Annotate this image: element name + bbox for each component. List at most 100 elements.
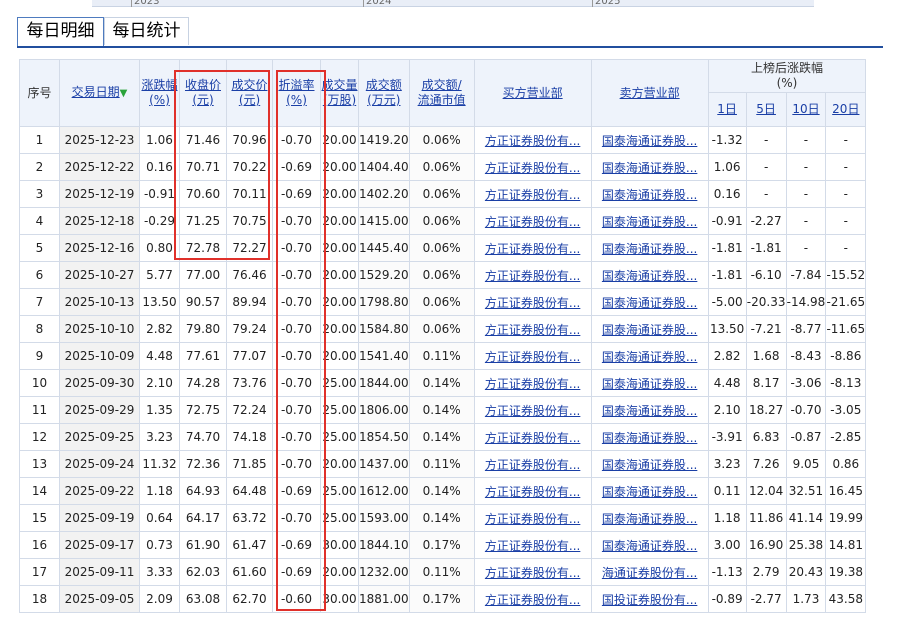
header-after-20d[interactable]: 20日 [825, 92, 867, 127]
header-date[interactable]: 交易日期▼ [59, 59, 140, 127]
volume-cell: 25.00 [320, 504, 359, 532]
date-cell: 2025-09-25 [59, 423, 140, 451]
tab-daily-detail[interactable]: 每日明细 [17, 17, 104, 46]
volume-cell: 20.00 [320, 450, 359, 478]
header-after-5d[interactable]: 5日 [745, 92, 787, 127]
buyer-link[interactable]: 方正证券股份有... [485, 539, 580, 553]
close-cell: 71.46 [179, 126, 227, 154]
ratio-cell: 0.14% [408, 504, 475, 532]
table-row: 1 2025-12-23 1.06 71.46 70.96 -0.70 20.00 1419.… [19, 126, 867, 154]
close-cell: 72.78 [179, 234, 227, 262]
seller-link[interactable]: 国泰海通证券股... [602, 215, 697, 229]
amount-cell: 1881.00 [358, 585, 410, 613]
seller-link[interactable]: 国泰海通证券股... [602, 485, 697, 499]
buyer-cell: 方正证券股份有... [473, 585, 592, 613]
header-ratio[interactable]: 成交额/流通市值 [408, 59, 475, 127]
after-10d-cell: - [785, 234, 827, 262]
date-cell: 2025-12-23 [59, 126, 140, 154]
amount-cell: 1437.00 [358, 450, 410, 478]
ratio-cell: 0.14% [408, 396, 475, 424]
seq-cell: 17 [19, 558, 60, 586]
deal-price-cell: 71.85 [226, 450, 273, 478]
buyer-link[interactable]: 方正证券股份有... [485, 350, 580, 364]
tab-daily-stats[interactable]: 每日统计 [104, 17, 189, 45]
ratio-cell: 0.06% [408, 153, 475, 181]
seller-link[interactable]: 国泰海通证券股... [602, 134, 697, 148]
seller-cell: 国泰海通证券股... [590, 207, 709, 235]
chart-timeline-strip: 2023 2024 2025 [0, 0, 902, 8]
buyer-link[interactable]: 方正证券股份有... [485, 377, 580, 391]
deal-price-cell: 63.72 [226, 504, 273, 532]
header-buyer[interactable]: 买方营业部 [473, 59, 592, 127]
seller-link[interactable]: 国泰海通证券股... [602, 539, 697, 553]
buyer-link[interactable]: 方正证券股份有... [485, 215, 580, 229]
after-5d-cell: -2.77 [745, 585, 787, 613]
seller-link[interactable]: 国泰海通证券股... [602, 323, 697, 337]
volume-cell: 20.00 [320, 126, 359, 154]
header-deal-price[interactable]: 成交价 (元) [226, 59, 273, 127]
seller-link[interactable]: 国泰海通证券股... [602, 350, 697, 364]
seller-link[interactable]: 国泰海通证券股... [602, 404, 697, 418]
after-1d-cell: -0.91 [707, 207, 747, 235]
buyer-link[interactable]: 方正证券股份有... [485, 323, 580, 337]
seq-cell: 5 [19, 234, 60, 262]
seller-link[interactable]: 国泰海通证券股... [602, 512, 697, 526]
deal-price-cell: 72.27 [226, 234, 273, 262]
buyer-cell: 方正证券股份有... [473, 396, 592, 424]
table-row: 6 2025-10-27 5.77 77.00 76.46 -0.70 20.00 1529.… [19, 261, 867, 289]
buyer-link[interactable]: 方正证券股份有... [485, 431, 580, 445]
buyer-link[interactable]: 方正证券股份有... [485, 593, 580, 607]
header-premium[interactable]: 折溢率 (%) [272, 59, 321, 127]
header-after-10d[interactable]: 10日 [785, 92, 827, 127]
seller-link[interactable]: 国泰海通证券股... [602, 431, 697, 445]
header-close[interactable]: 收盘价 (元) [179, 59, 227, 127]
seller-link[interactable]: 国泰海通证券股... [602, 188, 697, 202]
buyer-link[interactable]: 方正证券股份有... [485, 512, 580, 526]
seller-link[interactable]: 国泰海通证券股... [602, 296, 697, 310]
close-cell: 79.80 [179, 315, 227, 343]
buyer-cell: 方正证券股份有... [473, 288, 592, 316]
header-change[interactable]: 涨跌幅 (%) [139, 59, 180, 127]
after-10d-cell: 41.14 [785, 504, 827, 532]
ratio-cell: 0.06% [408, 315, 475, 343]
buyer-link[interactable]: 方正证券股份有... [485, 485, 580, 499]
seller-link[interactable]: 国泰海通证券股... [602, 161, 697, 175]
volume-cell: 20.00 [320, 207, 359, 235]
header-amount[interactable]: 成交额 (万元) [358, 59, 410, 127]
premium-cell: -0.70 [272, 450, 321, 478]
buyer-link[interactable]: 方正证券股份有... [485, 134, 580, 148]
seller-link[interactable]: 国泰海通证券股... [602, 242, 697, 256]
ratio-cell: 0.17% [408, 585, 475, 613]
buyer-cell: 方正证券股份有... [473, 234, 592, 262]
close-cell: 72.36 [179, 450, 227, 478]
seller-cell: 海通证券股份有... [590, 558, 709, 586]
buyer-link[interactable]: 方正证券股份有... [485, 296, 580, 310]
after-5d-cell: -7.21 [745, 315, 787, 343]
date-cell: 2025-12-19 [59, 180, 140, 208]
seller-link[interactable]: 国投证券股份有... [602, 593, 697, 607]
header-seller[interactable]: 卖方营业部 [590, 59, 709, 127]
seq-cell: 11 [19, 396, 60, 424]
buyer-link[interactable]: 方正证券股份有... [485, 161, 580, 175]
deal-price-cell: 73.76 [226, 369, 273, 397]
buyer-link[interactable]: 方正证券股份有... [485, 458, 580, 472]
after-1d-cell: 0.16 [707, 180, 747, 208]
deal-price-cell: 70.11 [226, 180, 273, 208]
seller-link[interactable]: 国泰海通证券股... [602, 269, 697, 283]
seller-link[interactable]: 国泰海通证券股... [602, 377, 697, 391]
amount-cell: 1612.00 [358, 477, 410, 505]
buyer-link[interactable]: 方正证券股份有... [485, 404, 580, 418]
buyer-link[interactable]: 方正证券股份有... [485, 566, 580, 580]
after-1d-cell: 3.23 [707, 450, 747, 478]
amount-cell: 1404.40 [358, 153, 410, 181]
table-row: 7 2025-10-13 13.50 90.57 89.94 -0.70 20.00 1798… [19, 288, 867, 316]
buyer-link[interactable]: 方正证券股份有... [485, 269, 580, 283]
seq-cell: 15 [19, 504, 60, 532]
ratio-cell: 0.14% [408, 477, 475, 505]
seller-link[interactable]: 国泰海通证券股... [602, 458, 697, 472]
header-volume[interactable]: 成交量 (万股) [320, 59, 359, 127]
header-after-1d[interactable]: 1日 [707, 92, 747, 127]
seller-link[interactable]: 海通证券股份有... [602, 566, 697, 580]
buyer-link[interactable]: 方正证券股份有... [485, 188, 580, 202]
buyer-link[interactable]: 方正证券股份有... [485, 242, 580, 256]
